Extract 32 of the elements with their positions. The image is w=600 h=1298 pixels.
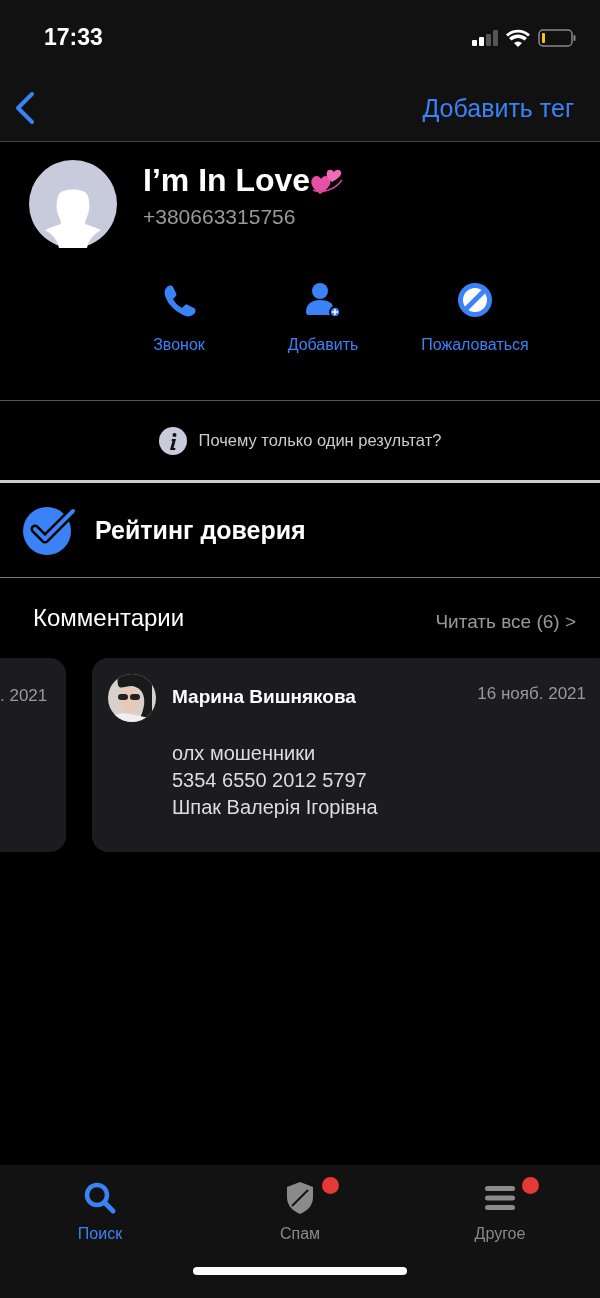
tab[interactable]: Спам: [200, 1179, 400, 1243]
phone-number: +380663315756: [143, 205, 297, 229]
action-button[interactable]: Звонок: [107, 282, 251, 354]
menu-icon: [485, 1185, 515, 1211]
contact-name: I’m In Love: [143, 162, 311, 199]
action-button[interactable]: Пожаловаться: [395, 282, 555, 354]
tab[interactable]: Другое: [400, 1179, 600, 1243]
back-icon[interactable]: [14, 91, 36, 125]
action-button[interactable]: Добавить: [251, 282, 395, 354]
comments-title: Комментарии: [33, 603, 185, 632]
check-badge-icon: [23, 505, 77, 555]
signal-icon: [472, 29, 498, 46]
info-icon: [158, 426, 187, 455]
add-tag-link[interactable]: Добавить тег: [422, 93, 574, 123]
add-person-icon: [305, 282, 341, 318]
battery-icon: [538, 28, 576, 47]
shield-icon: [285, 1181, 315, 1215]
trust-rating-title: Рейтинг доверия: [95, 515, 306, 545]
tab[interactable]: Поиск: [0, 1179, 200, 1243]
search-icon: [83, 1181, 117, 1215]
wifi-icon: [506, 28, 530, 47]
comment-text: 5354 6550 2012 5797: [172, 768, 368, 793]
read-all-link[interactable]: Читать все (6) >: [435, 602, 576, 633]
comment-author: Марина Вишнякова: [172, 686, 357, 708]
comment-date: 16 нояб. 2021: [477, 684, 586, 704]
info-link[interactable]: Почему только один результат?: [198, 431, 442, 450]
comment-date: . 2021: [0, 686, 49, 706]
comment-text: Шпак Валерія Ігорівна: [172, 795, 379, 820]
status-time: 17:33: [44, 24, 103, 51]
block-icon: [457, 282, 493, 318]
avatar-icon: [29, 160, 117, 248]
comment-text: олх мошенники: [172, 741, 317, 766]
